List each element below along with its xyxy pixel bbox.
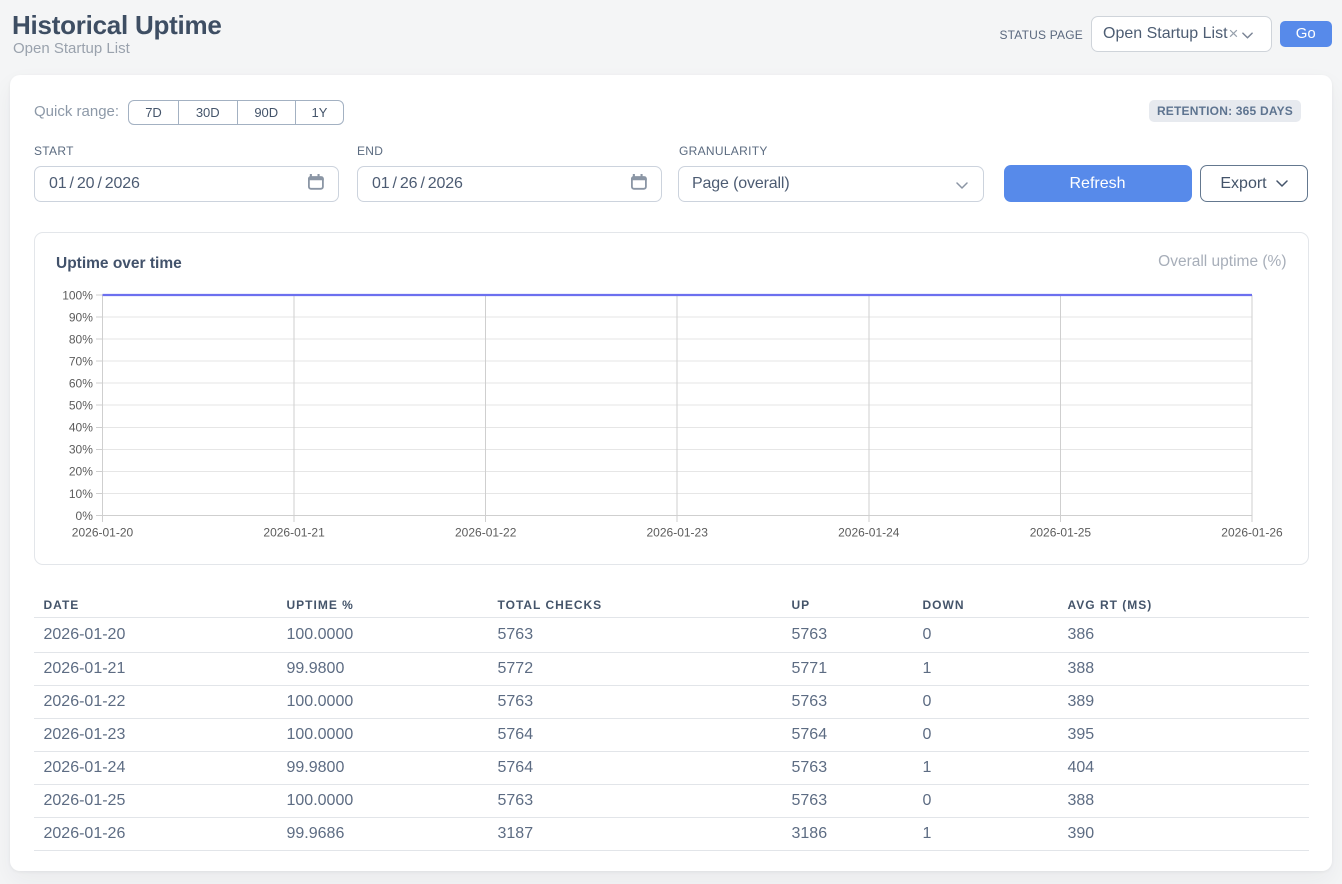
svg-text:70%: 70%	[68, 354, 92, 368]
svg-text:2026-01-26: 2026-01-26	[1221, 525, 1283, 539]
svg-text:80%: 80%	[68, 332, 92, 346]
svg-text:90%: 90%	[68, 310, 92, 324]
svg-text:50%: 50%	[68, 398, 92, 412]
svg-text:2026-01-23: 2026-01-23	[646, 525, 708, 539]
svg-text:60%: 60%	[68, 376, 92, 390]
svg-text:10%: 10%	[68, 486, 92, 500]
svg-text:2026-01-24: 2026-01-24	[838, 525, 900, 539]
svg-text:20%: 20%	[68, 464, 92, 478]
svg-text:2026-01-21: 2026-01-21	[263, 525, 325, 539]
svg-text:30%: 30%	[68, 442, 92, 456]
svg-text:40%: 40%	[68, 420, 92, 434]
svg-text:2026-01-20: 2026-01-20	[71, 525, 133, 539]
svg-text:0%: 0%	[75, 508, 93, 522]
svg-text:100%: 100%	[62, 288, 93, 302]
svg-text:2026-01-25: 2026-01-25	[1029, 525, 1091, 539]
svg-text:2026-01-22: 2026-01-22	[455, 525, 517, 539]
